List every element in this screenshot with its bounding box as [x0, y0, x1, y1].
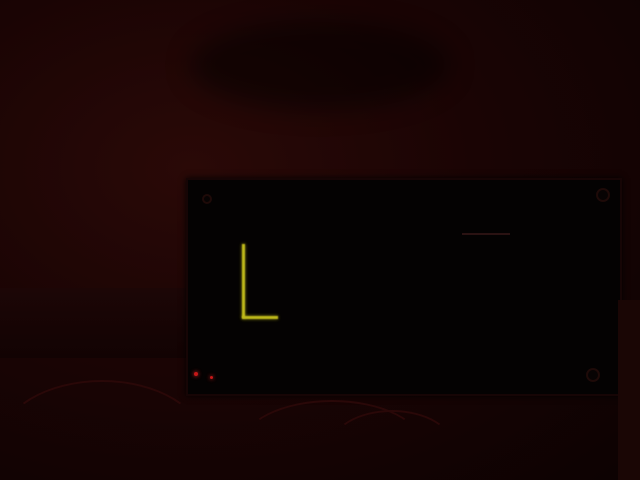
cable	[330, 410, 454, 480]
lcd-horizontal-axis	[242, 316, 278, 319]
screw-icon	[202, 194, 212, 204]
screw-icon	[596, 188, 610, 202]
shelf	[0, 288, 190, 358]
faint-display-trace	[462, 233, 510, 235]
wall-shadow	[190, 20, 450, 110]
lcd-display-board	[186, 178, 622, 396]
red-led-icon	[194, 372, 198, 376]
red-led-icon	[210, 376, 213, 379]
screw-icon	[586, 368, 600, 382]
lcd-vertical-axis	[242, 244, 245, 318]
photo-scene	[0, 0, 640, 480]
side-panel	[618, 300, 640, 480]
cable	[0, 380, 204, 480]
